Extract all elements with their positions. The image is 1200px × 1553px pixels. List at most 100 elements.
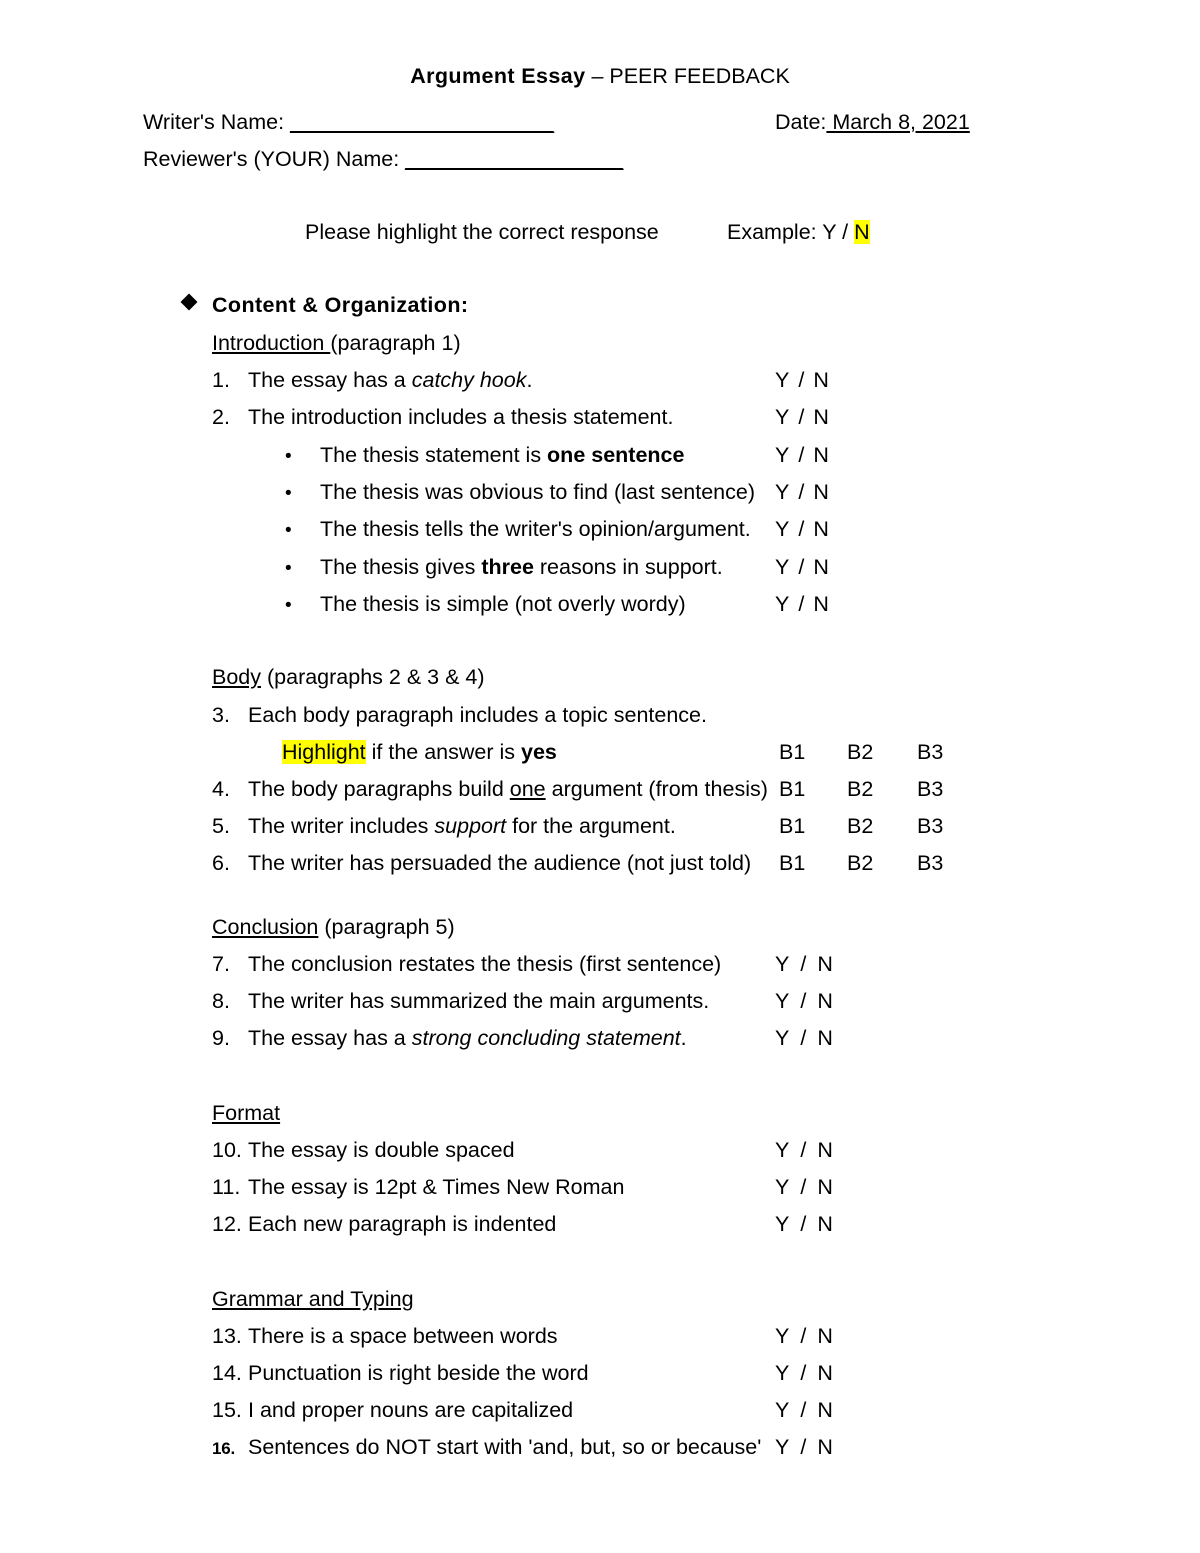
answer-yes[interactable]: Y: [775, 592, 789, 616]
answer-b3[interactable]: B3: [917, 741, 943, 764]
item-text-bold: three: [481, 555, 534, 579]
bullet-icon: [285, 594, 292, 616]
date-value[interactable]: March 8, 2021: [826, 110, 969, 134]
answer-no[interactable]: N: [813, 517, 829, 541]
answer-yes-no[interactable]: Y / N: [775, 443, 829, 467]
answer-yes[interactable]: Y: [775, 368, 789, 392]
answer-yes[interactable]: Y: [775, 1138, 789, 1162]
answer-no[interactable]: N: [817, 1324, 833, 1348]
answer-yes-no[interactable]: Y / N: [775, 1138, 833, 1162]
answer-b1[interactable]: B1: [779, 778, 805, 801]
answer-yes-no[interactable]: Y / N: [775, 1324, 833, 1348]
answer-no[interactable]: N: [817, 1398, 833, 1422]
section-heading-content-organization: Content & Organization:: [212, 293, 469, 317]
answer-no[interactable]: N: [817, 1026, 833, 1050]
item-text: The essay is 12pt & Times New Roman: [248, 1175, 625, 1199]
item-text: The essay is double spaced: [248, 1138, 515, 1162]
answer-b3[interactable]: B3: [917, 778, 943, 801]
answer-yes-no[interactable]: Y / N: [775, 952, 833, 976]
answer-yes-no[interactable]: Y / N: [775, 1398, 833, 1422]
item-text: Each new paragraph is indented: [248, 1212, 557, 1236]
answer-slash: /: [798, 480, 805, 504]
answer-b2[interactable]: B2: [847, 778, 873, 801]
answer-yes[interactable]: Y: [775, 517, 789, 541]
answer-no[interactable]: N: [817, 989, 833, 1013]
answer-yes[interactable]: Y: [775, 1435, 789, 1459]
item-text: The writer includes support for the argu…: [248, 814, 676, 838]
reviewer-name-blank[interactable]: ___________________: [405, 147, 623, 171]
answer-no[interactable]: N: [817, 1435, 833, 1459]
answer-yes-no[interactable]: Y / N: [775, 1212, 833, 1236]
answer-yes[interactable]: Y: [775, 952, 789, 976]
item-text: The writer has summarized the main argum…: [248, 989, 710, 1013]
answer-b3[interactable]: B3: [917, 815, 943, 838]
answer-b3[interactable]: B3: [917, 852, 943, 875]
answer-no[interactable]: N: [817, 1361, 833, 1385]
answer-b1[interactable]: B1: [779, 741, 805, 764]
answer-yes[interactable]: Y: [775, 1212, 789, 1236]
answer-yes-no[interactable]: Y / N: [775, 1435, 833, 1459]
answer-no[interactable]: N: [813, 592, 829, 616]
answer-b2[interactable]: B2: [847, 815, 873, 838]
answer-yes[interactable]: Y: [775, 1324, 789, 1348]
subsection-introduction-detail: (paragraph 1): [330, 331, 461, 355]
answer-yes-no[interactable]: Y / N: [775, 989, 833, 1013]
answer-yes[interactable]: Y: [775, 555, 789, 579]
answer-no[interactable]: N: [813, 555, 829, 579]
bullet-icon: [285, 557, 292, 579]
answer-yes[interactable]: Y: [775, 480, 789, 504]
item-text: There is a space between words: [248, 1324, 558, 1348]
answer-yes[interactable]: Y: [775, 989, 789, 1013]
item-text-bold: yes: [521, 740, 557, 764]
answer-slash: /: [800, 1026, 807, 1050]
answer-no[interactable]: N: [817, 1175, 833, 1199]
item-text-a: The essay has a: [248, 368, 412, 392]
answer-no[interactable]: N: [817, 952, 833, 976]
answer-slash: /: [798, 443, 805, 467]
answer-yes[interactable]: Y: [775, 443, 789, 467]
answer-yes-no[interactable]: Y / N: [775, 1175, 833, 1199]
answer-yes-no[interactable]: Y / N: [775, 1361, 833, 1385]
answer-no[interactable]: N: [817, 1212, 833, 1236]
item-text-italic: support: [434, 814, 507, 838]
answer-yes-no[interactable]: Y / N: [775, 480, 829, 504]
answer-yes-no[interactable]: Y / N: [775, 405, 829, 429]
item-text: The thesis gives three reasons in suppor…: [320, 555, 723, 579]
bullet-icon: [285, 445, 292, 467]
subsection-introduction-name: Introduction: [212, 331, 331, 355]
item-text: The thesis is simple (not overly wordy): [320, 592, 686, 616]
item-number: 1.: [212, 368, 230, 392]
answer-no[interactable]: N: [817, 1138, 833, 1162]
answer-b2[interactable]: B2: [847, 741, 873, 764]
item-text: The introduction includes a thesis state…: [248, 405, 674, 429]
answer-yes-no[interactable]: Y / N: [775, 1026, 833, 1050]
writer-name-blank[interactable]: _______________________: [290, 110, 554, 134]
answer-yes-no[interactable]: Y / N: [775, 555, 829, 579]
answer-yes-no[interactable]: Y / N: [775, 368, 829, 392]
answer-no[interactable]: N: [813, 368, 829, 392]
item-number: 9.: [212, 1026, 230, 1050]
answer-b1[interactable]: B1: [779, 852, 805, 875]
answer-yes[interactable]: Y: [775, 1398, 789, 1422]
item-number: 4.: [212, 777, 230, 801]
item-number: 3.: [212, 703, 230, 727]
item-number: 10.: [212, 1138, 242, 1162]
answer-b2[interactable]: B2: [847, 852, 873, 875]
answer-yes[interactable]: Y: [775, 405, 789, 429]
answer-no[interactable]: N: [813, 480, 829, 504]
item-text: Highlight if the answer is yes: [282, 740, 557, 764]
answer-slash: /: [800, 989, 807, 1013]
page-title: Argument Essay – PEER FEEDBACK: [0, 64, 1200, 89]
answer-yes[interactable]: Y: [775, 1361, 789, 1385]
answer-yes[interactable]: Y: [775, 1175, 789, 1199]
answer-yes-no[interactable]: Y / N: [775, 592, 829, 616]
answer-yes[interactable]: Y: [775, 1026, 789, 1050]
answer-no[interactable]: N: [813, 405, 829, 429]
item-text-b: .: [680, 1026, 687, 1050]
example-highlighted-no: N: [854, 220, 870, 244]
item-text-b: .: [526, 368, 533, 392]
answer-slash: /: [800, 952, 807, 976]
answer-no[interactable]: N: [813, 443, 829, 467]
answer-yes-no[interactable]: Y / N: [775, 517, 829, 541]
answer-b1[interactable]: B1: [779, 815, 805, 838]
